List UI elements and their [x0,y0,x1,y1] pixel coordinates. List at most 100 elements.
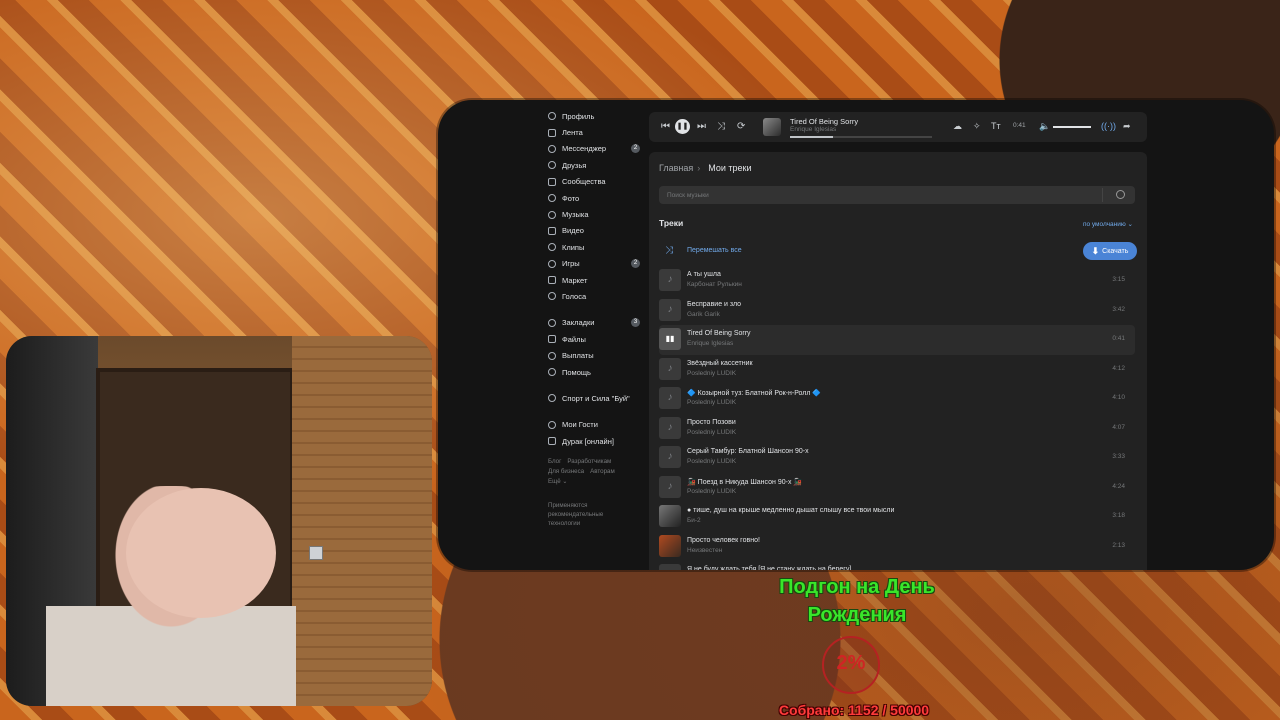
sort-dropdown[interactable]: по умолчанию ⌄ [1083,220,1133,228]
shuffle-all-button[interactable]: ⤨ Перемешать все [659,242,742,258]
share-icon[interactable]: ➦ [1123,121,1131,132]
volume-slider[interactable] [1053,126,1091,128]
volume-icon[interactable]: 🔈 [1039,121,1050,132]
track-row[interactable]: ♪ Звёздный кассетник Posledniy LUDIK 4:12 [659,355,1135,385]
track-row[interactable]: ♪ Я не буду ждать тебя [Я не стану ждать … [659,561,1135,570]
track-artist[interactable]: Неизвестен [687,547,722,554]
download-button[interactable]: ⬇ Скачать [1083,242,1137,260]
track-cover[interactable] [659,505,681,527]
music-note-icon[interactable]: ♪ [659,357,681,380]
search-icon[interactable] [1116,190,1125,199]
nav-item[interactable]: Сообщества [548,174,640,190]
track-title[interactable]: Просто Позови [687,419,736,426]
track-title[interactable]: Звёздный кассетник [687,360,753,367]
nav-item[interactable]: Друзья [548,157,640,173]
now-playing-title[interactable]: Tired Of Being Sorry [790,117,858,126]
dislike-icon[interactable]: ☁ [953,121,962,132]
nav-item[interactable]: Профиль [548,108,640,124]
nav-item[interactable]: Мессенджер 2 [548,141,640,157]
track-title[interactable]: А ты ушла [687,271,721,278]
track-title[interactable]: ● тише, душ на крыше медленно дышат слыш… [687,507,894,514]
nav-item-label: Музыка [562,210,589,220]
nav-item[interactable]: Закладки 3 [548,315,640,331]
track-row[interactable]: Просто человек говно! Неизвестен 2:13 [659,532,1135,562]
track-artist[interactable]: Garik Garik [687,311,720,318]
music-note-icon[interactable]: ♪ [659,475,681,498]
track-title[interactable]: Я не буду ждать тебя [Я не стану ждать н… [687,566,851,570]
track-artist[interactable]: Би-2 [687,517,701,524]
track-title[interactable]: 🔷 Козырной туз: Блатной Рок-н-Ролл 🔷 [687,389,821,397]
nav-item-label: Фото [562,193,580,203]
shuffle-icon[interactable]: ⤨ [717,121,725,133]
prev-track-icon[interactable]: ⏮ [661,121,670,133]
music-note-icon[interactable]: ♪ [659,298,681,321]
nav-item[interactable]: Музыка [548,206,640,222]
nav-item[interactable]: Игры 2 [548,256,640,272]
next-track-icon[interactable]: ⏭ [697,121,706,133]
text-size-icon[interactable]: Tт [991,121,1001,131]
track-title[interactable]: Бесправие и зло [687,301,741,308]
now-playing-cover[interactable] [763,118,781,136]
track-artist[interactable]: Posledniy LUDIK [687,399,736,406]
nav-item[interactable]: Голоса [548,288,640,304]
nav-item[interactable]: Лента [548,124,640,140]
track-artist[interactable]: Enrique Iglesias [687,340,733,347]
playing-equalizer-icon[interactable]: ▮▮ [659,328,681,350]
repeat-icon[interactable]: ⟳ [737,121,745,133]
music-note-icon[interactable]: ♪ [659,269,681,291]
nav-item[interactable]: Выплаты [548,347,640,363]
track-row[interactable]: ● тише, душ на крыше медленно дышат слыш… [659,502,1135,532]
pause-button[interactable]: ❚❚ [675,119,690,134]
track-row[interactable]: ♪ Просто Позови Posledniy LUDIK 4:07 [659,414,1135,444]
track-title[interactable]: Tired Of Being Sorry [687,330,751,337]
track-row[interactable]: ♪ Серый Тамбур: Блатной Шансон 90-х Posled… [659,443,1135,473]
track-title[interactable]: Просто человек говно! [687,537,760,544]
browser-capture: Профиль Лента Мессенджер 2 Друзья Сообщества Ф… [438,100,1274,570]
track-artist[interactable]: Posledniy LUDIK [687,488,736,495]
nav-item[interactable]: Спорт и Сила "Буй" [548,390,640,406]
music-note-icon[interactable]: ♪ [659,446,681,468]
recommendation-note[interactable]: Применяются рекомендательные технологии [548,501,618,528]
footer-link-authors[interactable]: Авторам [590,468,615,475]
nav-item[interactable]: Маркет [548,272,640,288]
nav-item[interactable]: Дурак [онлайн] [548,433,640,449]
footer-link-blog[interactable]: Блог [548,458,561,465]
footer-more-link[interactable]: Ещё ⌄ [548,478,568,485]
music-note-icon[interactable]: ♪ [659,387,681,409]
nav-item[interactable]: Фото [548,190,640,206]
nav-item-label: Спорт и Сила "Буй" [562,393,630,403]
footer-link-developers[interactable]: Разработчикам [567,458,611,465]
broadcast-icon[interactable]: ((·)) [1101,121,1116,131]
progress-bar[interactable] [790,136,932,138]
download-label: Скачать [1102,247,1129,255]
music-search-input[interactable] [659,186,1099,204]
music-note-icon[interactable]: ♪ [659,564,681,570]
track-title[interactable]: Серый Тамбур: Блатной Шансон 90-х [687,448,809,455]
track-artist[interactable]: Posledniy LUDIK [687,370,736,377]
breadcrumb-home[interactable]: Главная [659,163,693,173]
track-row[interactable]: ♪ А ты ушла Карбонат Рулькин 3:15 [659,266,1135,296]
nav-item[interactable]: Файлы [548,331,640,347]
track-artist[interactable]: Posledniy LUDIK [687,429,736,436]
nav-item[interactable]: Мои Гости [548,417,640,433]
track-artist[interactable]: Карбонат Рулькин [687,281,742,288]
track-duration: 3:15 [1112,276,1125,283]
track-artist[interactable]: Posledniy LUDIK [687,458,736,465]
track-duration: 4:12 [1112,364,1125,372]
track-row[interactable]: ♪ 🚂 Поезд в Никуда Шансон 90-х 🚂 Posledniy… [659,473,1135,503]
payouts-icon [548,351,556,360]
track-row[interactable]: ♪ 🔷 Козырной туз: Блатной Рок-н-Ролл 🔷 Pos… [659,384,1135,414]
track-row[interactable]: ▮▮ Tired Of Being Sorry Enrique Iglesias 0:… [659,325,1135,355]
track-duration: 4:24 [1112,482,1125,490]
webcam-wood-wall [292,336,432,706]
track-row[interactable]: ♪ Бесправие и зло Garik Garik 3:42 [659,296,1135,326]
footer-link-business[interactable]: Для бизнеса [548,468,584,475]
now-playing-artist[interactable]: Enrique Iglesias [790,126,836,133]
track-title[interactable]: 🚂 Поезд в Никуда Шансон 90-х 🚂 [687,478,802,486]
nav-item[interactable]: Видео [548,223,640,239]
music-note-icon[interactable]: ♪ [659,416,681,439]
nav-item[interactable]: Клипы [548,239,640,255]
sparkle-icon[interactable]: ✧ [973,121,981,132]
nav-item[interactable]: Помощь [548,364,640,380]
track-cover[interactable] [659,534,681,557]
